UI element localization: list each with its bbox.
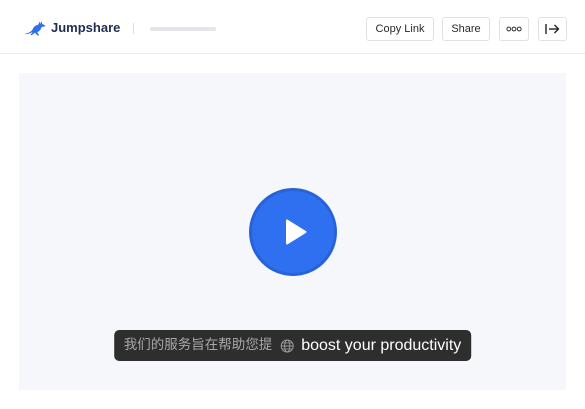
title-loading-placeholder [150,27,216,31]
play-icon [286,219,307,245]
exit-button[interactable] [538,17,567,41]
copy-link-button[interactable]: Copy Link [366,17,434,41]
brand-logo[interactable]: Jumpshare [24,18,120,38]
share-button[interactable]: Share [442,17,490,41]
exit-icon [545,24,560,34]
brand-name: Jumpshare [51,20,121,35]
more-options-button[interactable] [499,17,529,41]
caption-bar: 我们的服务旨在帮助您提 boost your productivity [113,330,472,361]
caption-translated-text: boost your productivity [301,337,462,354]
header-divider [133,23,134,34]
play-button[interactable] [249,188,337,276]
kangaroo-icon [24,19,46,37]
top-bar: Jumpshare Copy Link Share [0,0,585,54]
caption-original-text: 我们的服务旨在帮助您提 [123,337,273,353]
more-options-icon [506,26,522,32]
globe-icon[interactable] [280,339,294,353]
